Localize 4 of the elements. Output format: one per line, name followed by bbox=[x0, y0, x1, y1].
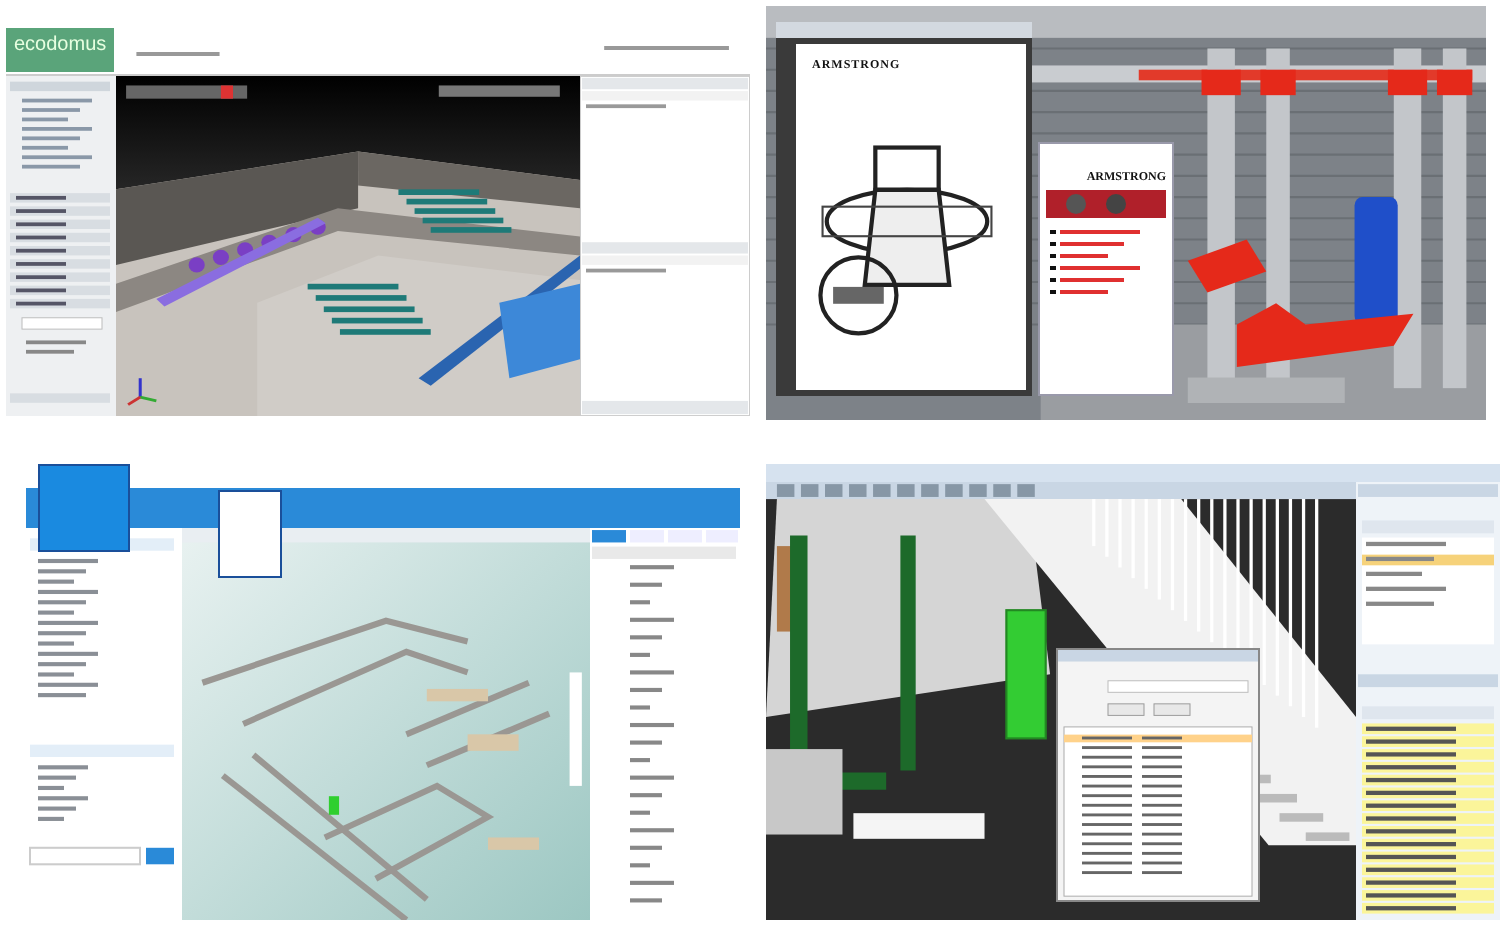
app-logo: ecodomus bbox=[6, 28, 115, 72]
logo-block bbox=[38, 464, 130, 552]
photo-placeholder bbox=[1046, 190, 1166, 218]
image-placeholder bbox=[218, 490, 282, 578]
